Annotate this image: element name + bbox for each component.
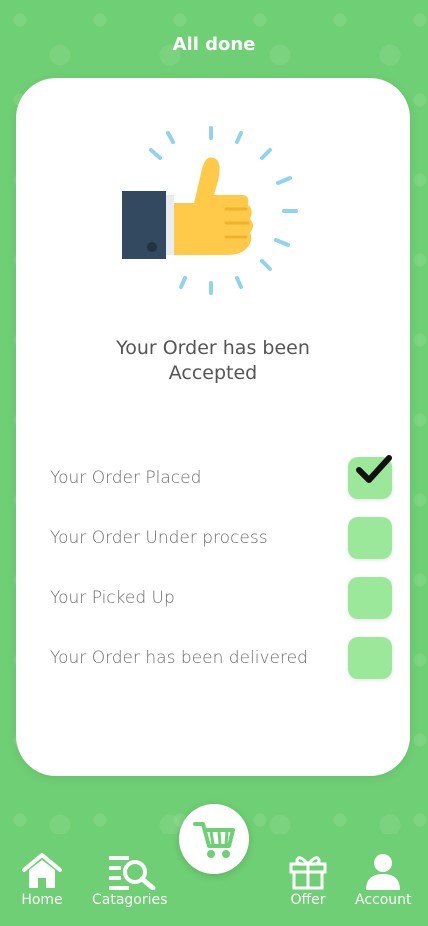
step-label: Your Order has been delivered — [50, 648, 308, 668]
step-checkbox-delivered[interactable] — [348, 637, 392, 679]
step-order-placed: Your Order Placed — [50, 448, 392, 508]
step-label: Your Picked Up — [50, 588, 175, 608]
cart-button[interactable] — [179, 804, 249, 874]
step-order-under-process: Your Order Under process — [50, 508, 392, 568]
step-label: Your Order Placed — [50, 468, 202, 488]
nav-offer-label: Offer — [290, 892, 326, 908]
step-checkbox-placed[interactable] — [348, 455, 392, 499]
order-status-card: Your Order has been Accepted Your Order … — [16, 78, 410, 776]
user-icon — [366, 854, 401, 890]
cart-icon — [193, 822, 235, 858]
step-delivered: Your Order has been delivered — [50, 628, 392, 688]
step-checkbox-process[interactable] — [348, 517, 392, 559]
nav-account-label: Account — [355, 892, 412, 908]
check-icon — [356, 455, 392, 483]
thumbs-up-icon — [122, 126, 298, 295]
order-steps: Your Order Placed Your Order Under proce… — [50, 448, 392, 688]
step-checkbox-picked[interactable] — [348, 577, 392, 619]
nav-categories[interactable]: Catagories — [92, 852, 167, 908]
message-line-1: Your Order has been — [116, 337, 310, 359]
nav-offer[interactable]: Offer — [287, 852, 329, 908]
nav-categories-label: Catagories — [92, 892, 168, 908]
gift-icon — [289, 856, 327, 890]
home-icon — [22, 853, 62, 888]
nav-home[interactable]: Home — [20, 852, 64, 908]
step-picked-up: Your Picked Up — [50, 568, 392, 628]
message-line-2: Accepted — [168, 362, 258, 384]
nav-account[interactable]: Account — [355, 852, 412, 908]
order-accepted-message: Your Order has been Accepted — [16, 336, 410, 386]
nav-home-label: Home — [21, 892, 63, 908]
step-label: Your Order Under process — [50, 528, 268, 548]
page-title: All done — [172, 34, 256, 55]
search-list-icon — [108, 856, 156, 890]
